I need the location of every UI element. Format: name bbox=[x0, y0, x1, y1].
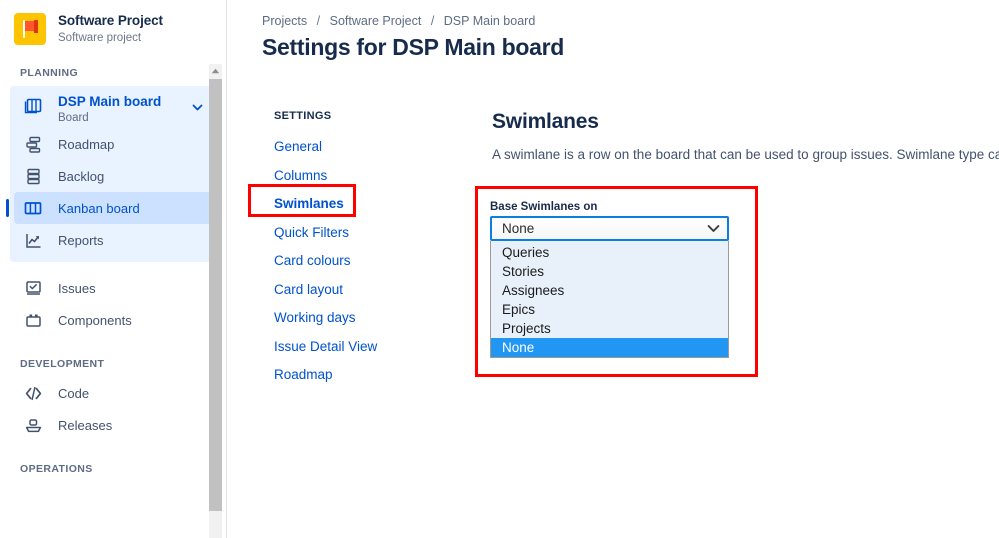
sidebar-item-label: Kanban board bbox=[58, 200, 140, 216]
sidebar-item-label: Roadmap bbox=[58, 136, 115, 152]
sidebar-item-releases[interactable]: Releases bbox=[0, 409, 226, 441]
board-icon bbox=[20, 95, 46, 115]
code-icon bbox=[20, 384, 46, 403]
backlog-icon bbox=[20, 167, 46, 186]
settings-link-working-days[interactable]: Working days bbox=[274, 304, 356, 333]
project-type: Software project bbox=[58, 31, 142, 44]
sidebar-item-dsp-main-board[interactable]: DSP Main board Board bbox=[10, 90, 216, 128]
kanban-board-icon bbox=[20, 198, 46, 218]
sidebar-item-reports[interactable]: Reports bbox=[10, 224, 216, 256]
board-subtitle: Board bbox=[58, 112, 89, 125]
settings-link-swimlanes[interactable]: Swimlanes bbox=[274, 190, 344, 219]
main-content: Projects / Software Project / DSP Main b… bbox=[228, 0, 999, 538]
settings-link-columns[interactable]: Columns bbox=[274, 162, 327, 191]
settings-link-general[interactable]: General bbox=[274, 133, 322, 162]
settings-link-quick-filters[interactable]: Quick Filters bbox=[274, 219, 349, 248]
sidebar-item-label: Reports bbox=[58, 232, 104, 248]
scroll-up-arrow-icon[interactable] bbox=[209, 64, 222, 78]
sidebar-item-kanban-board[interactable]: Kanban board bbox=[6, 192, 212, 225]
planning-extra-items: Issues Components bbox=[0, 272, 226, 336]
page-title: Settings for DSP Main board bbox=[262, 34, 565, 60]
chevron-down-icon[interactable] bbox=[191, 101, 204, 114]
board-group: DSP Main board Board Roadmap Backlog Kan… bbox=[6, 86, 216, 263]
nav-section-development-label: DEVELOPMENT bbox=[20, 358, 105, 371]
sidebar-item-roadmap[interactable]: Roadmap bbox=[10, 128, 216, 160]
base-swimlanes-on-field: Base Swimlanes on None Queries Stories A… bbox=[490, 201, 735, 358]
select-option-none[interactable]: None bbox=[491, 338, 728, 357]
select-options-list[interactable]: Queries Stories Assignees Epics Projects… bbox=[490, 241, 729, 358]
base-swimlanes-on-select[interactable]: None bbox=[490, 216, 729, 241]
flag-icon bbox=[14, 13, 46, 46]
settings-nav-heading: SETTINGS bbox=[274, 110, 332, 122]
settings-link-roadmap[interactable]: Roadmap bbox=[274, 361, 333, 390]
sidebar-item-components[interactable]: Components bbox=[0, 304, 226, 336]
sidebar-scrollbar[interactable] bbox=[209, 64, 222, 538]
project-header[interactable]: Software Project Software project bbox=[0, 0, 226, 46]
roadmap-icon bbox=[20, 135, 46, 154]
settings-link-card-layout[interactable]: Card layout bbox=[274, 276, 343, 305]
sidebar-item-backlog[interactable]: Backlog bbox=[10, 160, 216, 192]
breadcrumb-item-dsp-main-board[interactable]: DSP Main board bbox=[444, 14, 536, 28]
section-title: Swimlanes bbox=[492, 110, 599, 133]
section-description: A swimlane is a row on the board that ca… bbox=[492, 147, 999, 162]
select-option-projects[interactable]: Projects bbox=[491, 319, 728, 338]
selected-indicator bbox=[6, 199, 9, 218]
chevron-down-icon bbox=[707, 224, 720, 233]
breadcrumb-item-projects[interactable]: Projects bbox=[262, 14, 307, 28]
select-option-assignees[interactable]: Assignees bbox=[491, 281, 728, 300]
breadcrumb-item-software-project[interactable]: Software Project bbox=[330, 14, 422, 28]
nav-section-planning-label: PLANNING bbox=[20, 67, 79, 80]
settings-link-issue-detail-view[interactable]: Issue Detail View bbox=[274, 333, 377, 362]
settings-nav: SETTINGS General Columns Swimlanes Quick… bbox=[274, 110, 464, 390]
sidebar: Software Project Software project PLANNI… bbox=[0, 0, 227, 538]
breadcrumb: Projects / Software Project / DSP Main b… bbox=[228, 0, 999, 28]
sidebar-item-label: Components bbox=[58, 312, 132, 328]
base-swimlanes-on-label: Base Swimlanes on bbox=[490, 201, 598, 213]
nav-section-operations-label: OPERATIONS bbox=[20, 463, 93, 476]
settings-link-card-colours[interactable]: Card colours bbox=[274, 247, 351, 276]
sidebar-item-label: Issues bbox=[58, 280, 96, 296]
components-icon bbox=[20, 311, 46, 330]
sidebar-item-label: Backlog bbox=[58, 168, 105, 184]
project-name: Software Project bbox=[58, 13, 163, 28]
releases-icon bbox=[20, 416, 46, 435]
development-items: Code Releases bbox=[0, 377, 226, 441]
breadcrumb-separator: / bbox=[316, 14, 321, 28]
select-option-epics[interactable]: Epics bbox=[491, 300, 728, 319]
sidebar-item-label: Releases bbox=[58, 417, 113, 433]
sidebar-item-issues[interactable]: Issues bbox=[0, 272, 226, 304]
scrollbar-thumb[interactable] bbox=[209, 79, 222, 511]
board-title: DSP Main board bbox=[58, 94, 162, 110]
swimlanes-panel: Swimlanes A swimlane is a row on the boa… bbox=[492, 110, 999, 162]
issues-icon bbox=[20, 279, 46, 298]
sidebar-item-code[interactable]: Code bbox=[0, 377, 226, 409]
reports-icon bbox=[20, 231, 46, 250]
select-option-stories[interactable]: Stories bbox=[491, 262, 728, 281]
breadcrumb-separator: / bbox=[430, 14, 435, 28]
sidebar-item-label: Code bbox=[58, 385, 90, 401]
select-option-queries[interactable]: Queries bbox=[491, 243, 728, 262]
select-value: None bbox=[502, 221, 535, 236]
